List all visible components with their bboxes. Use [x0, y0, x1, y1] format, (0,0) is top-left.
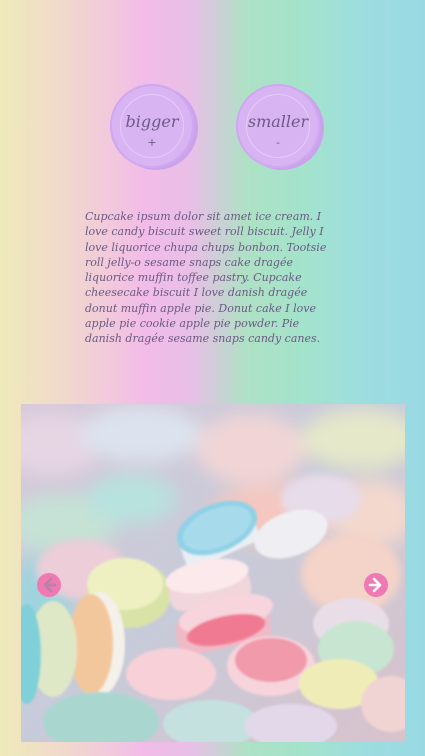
body-paragraph: Cupcake ipsum dolor sit amet ice cream. …: [85, 210, 327, 346]
arrow-left-icon: [43, 577, 57, 593]
bigger-button[interactable]: bigger +: [110, 84, 194, 168]
arrow-right-icon: [368, 577, 382, 593]
slider-image: [21, 404, 405, 742]
plus-sign: +: [147, 136, 157, 149]
smaller-button[interactable]: smaller -: [236, 84, 320, 168]
minus-sign: -: [276, 136, 280, 149]
previous-slide-button[interactable]: [37, 573, 61, 597]
smaller-button-label: smaller: [247, 112, 309, 131]
next-slide-button[interactable]: [364, 573, 388, 597]
bigger-button-label: bigger: [125, 112, 179, 131]
